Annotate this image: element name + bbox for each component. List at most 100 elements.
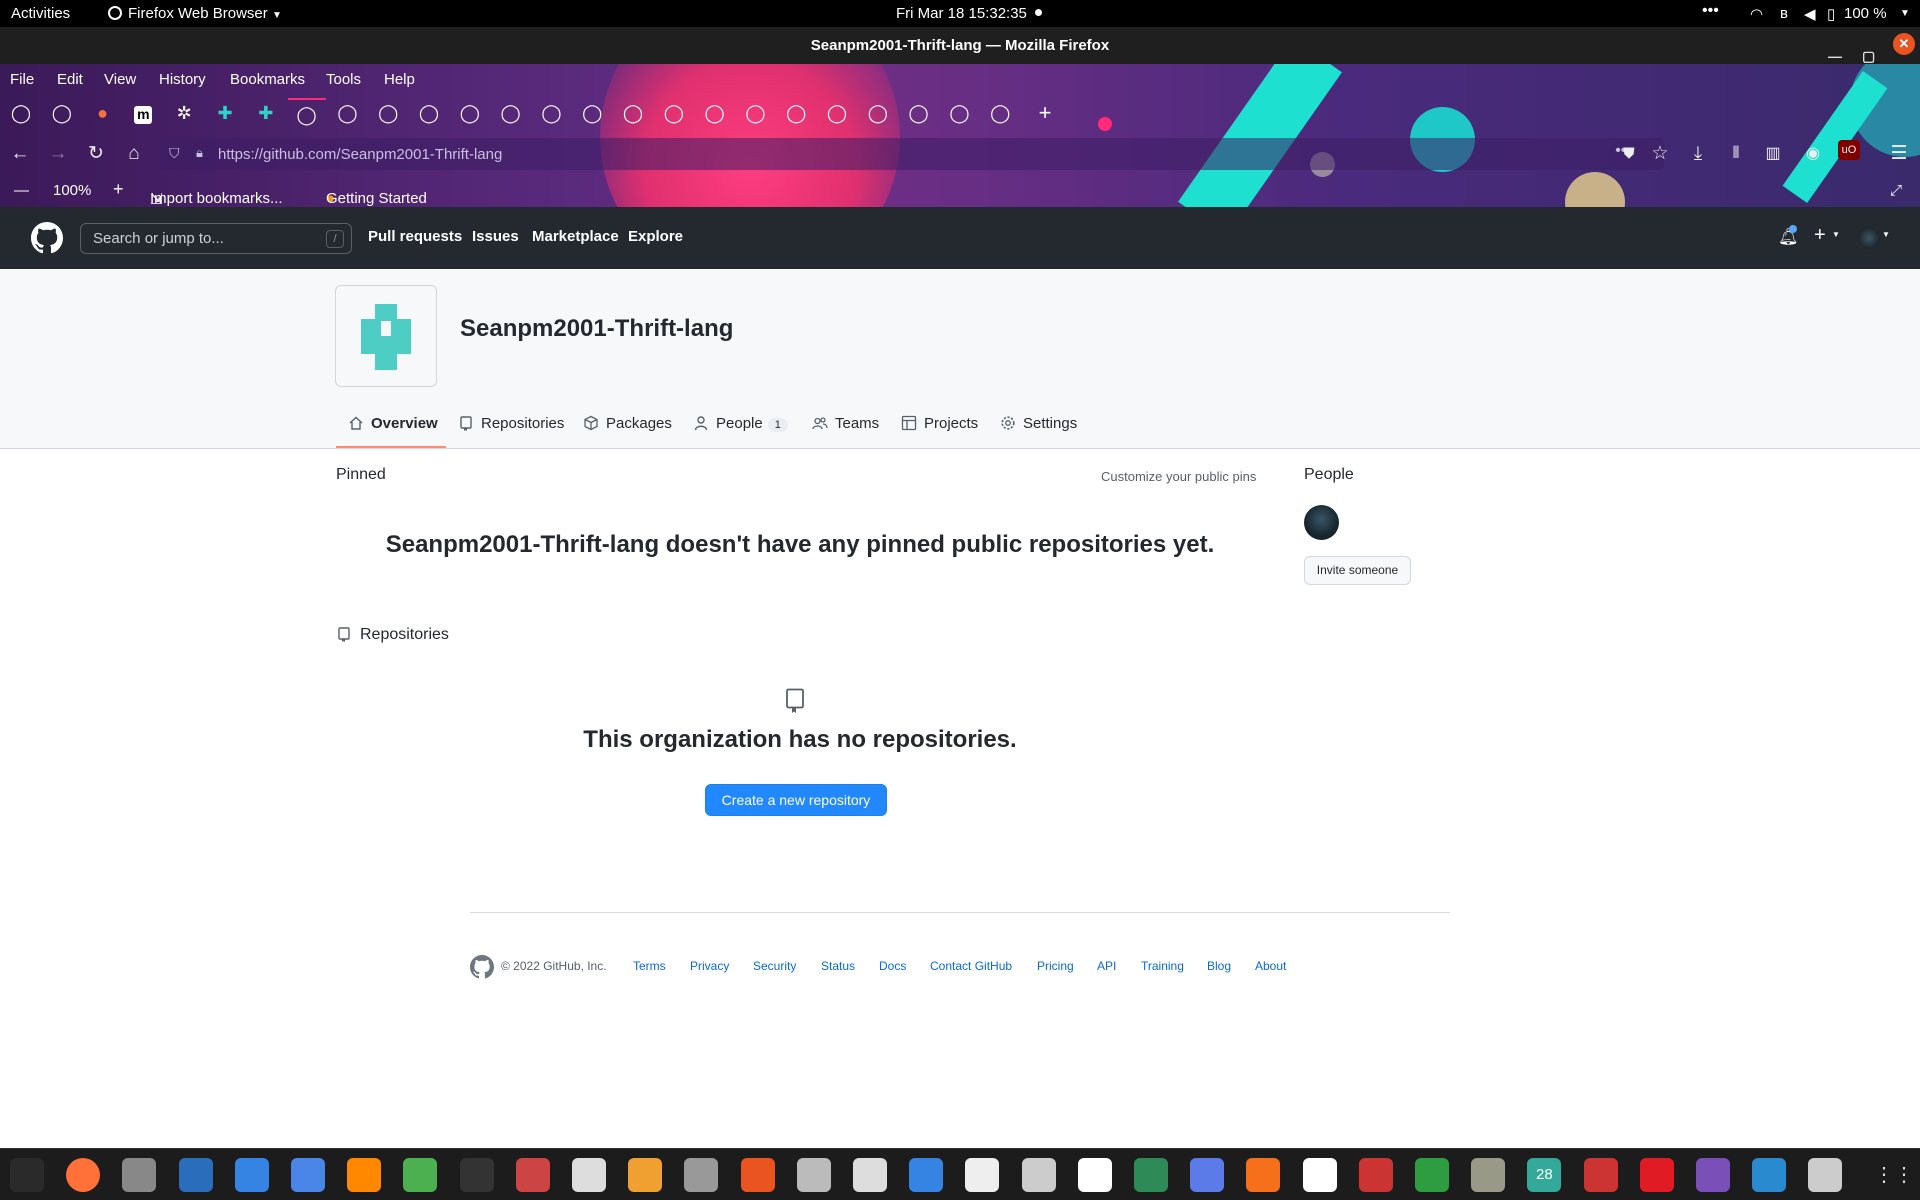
lock-icon[interactable]: 🔒︎	[196, 145, 203, 161]
firefox-tab[interactable]: ●	[84, 98, 122, 128]
create-new-plus-icon[interactable]: +	[1814, 224, 1826, 247]
github-tab[interactable]: ◯	[2, 98, 40, 128]
plus-icon[interactable]: +	[1026, 98, 1064, 128]
document-icon[interactable]	[965, 1158, 1000, 1192]
footer-link-privacy[interactable]: Privacy	[690, 959, 729, 973]
tab-repositories[interactable]: Repositories	[458, 415, 564, 432]
invite-someone-button[interactable]: Invite someone	[1304, 556, 1411, 585]
zoom-level[interactable]: 100%	[53, 182, 91, 199]
vim-icon[interactable]	[1134, 1158, 1168, 1192]
menu-bookmarks[interactable]: Bookmarks	[230, 71, 305, 88]
nav-pull-requests[interactable]: Pull requests	[368, 228, 462, 245]
footer-link-api[interactable]: API	[1097, 959, 1116, 973]
nav-marketplace[interactable]: Marketplace	[532, 228, 619, 245]
mario-icon[interactable]	[1583, 1158, 1618, 1192]
screen-icon[interactable]	[1190, 1158, 1225, 1192]
app-store-icon[interactable]	[740, 1158, 775, 1192]
bookmark-star-icon[interactable]: ☆	[1647, 142, 1673, 166]
menu-history[interactable]: History	[159, 71, 206, 88]
menu-view[interactable]: View	[104, 71, 136, 88]
github-tab[interactable]: ◯	[287, 98, 326, 128]
menu-help[interactable]: Help	[384, 71, 415, 88]
fullscreen-icon[interactable]: ⤢	[1890, 182, 1902, 199]
member-avatar[interactable]	[1304, 505, 1339, 540]
ublock-extension-icon[interactable]: uO	[1838, 140, 1860, 160]
customize-pins-link[interactable]: Customize your public pins	[1101, 469, 1256, 484]
github-tab[interactable]: ◯	[777, 98, 815, 128]
account-icon[interactable]: ◉	[1800, 142, 1826, 166]
github-tab[interactable]: ◯	[614, 98, 652, 128]
github-logo-icon[interactable]	[31, 222, 63, 254]
github-tab[interactable]: ◯	[451, 98, 489, 128]
url-bar[interactable]: ⛉ 🔒︎ https://github.com/Seanpm2001-Thrif…	[160, 138, 1664, 170]
forward-icon[interactable]: →	[45, 142, 71, 166]
tab-settings[interactable]: Settings	[1000, 415, 1077, 432]
alert-icon[interactable]	[1639, 1158, 1674, 1192]
zoom-out-icon[interactable]: —	[14, 182, 29, 199]
text-editor-icon[interactable]	[291, 1158, 325, 1192]
tab-people[interactable]: People 1	[693, 415, 788, 432]
archive-icon[interactable]	[1021, 1158, 1056, 1192]
github-tab[interactable]: ◯	[859, 98, 897, 128]
footer-link-security[interactable]: Security	[753, 959, 796, 973]
chevron-down-icon[interactable]: ▼	[1882, 230, 1890, 239]
github-tab[interactable]: ◯	[940, 98, 978, 128]
url-text[interactable]: https://github.com/Seanpm2001-Thrift-lan…	[218, 146, 502, 163]
tab-packages[interactable]: Packages	[583, 415, 672, 432]
volume-icon[interactable]: ◀	[1804, 5, 1816, 23]
disk-icon[interactable]	[796, 1158, 831, 1192]
github-tab[interactable]: ◯	[369, 98, 407, 128]
reload-icon[interactable]: ↻	[83, 142, 109, 166]
shield-icon[interactable]: ⛉	[169, 145, 180, 162]
menu-edit[interactable]: Edit	[57, 71, 83, 88]
github-tab[interactable]: ◯	[736, 98, 774, 128]
tasks-icon[interactable]	[909, 1158, 944, 1192]
firefox-icon[interactable]	[58, 1150, 109, 1200]
chevron-down-icon[interactable]: ▼	[1832, 230, 1840, 239]
calculator-icon[interactable]	[628, 1158, 663, 1192]
plus-app-icon[interactable]	[403, 1158, 438, 1192]
font-icon[interactable]	[1077, 1158, 1112, 1192]
github-tab[interactable]: ◯	[696, 98, 734, 128]
files-icon[interactable]	[572, 1158, 606, 1192]
terminal-icon[interactable]	[459, 1158, 494, 1192]
github-tab[interactable]: ◯	[43, 98, 81, 128]
footer-link-about[interactable]: About	[1255, 959, 1286, 973]
footer-link-terms[interactable]: Terms	[633, 959, 666, 973]
tab-projects[interactable]: Projects	[901, 415, 978, 432]
graph-icon[interactable]	[515, 1158, 550, 1192]
github-tab[interactable]: ◯	[573, 98, 611, 128]
footer-link-status[interactable]: Status	[821, 959, 855, 973]
nav-issues[interactable]: Issues	[472, 228, 519, 245]
updater-icon[interactable]	[1808, 1158, 1843, 1192]
github-tab[interactable]: ◯	[532, 98, 570, 128]
tab-overview[interactable]: Overview	[348, 415, 438, 432]
help-icon[interactable]	[234, 1158, 269, 1192]
close-window-icon[interactable]: ✕	[1893, 33, 1915, 55]
footer-link-blog[interactable]: Blog	[1207, 959, 1231, 973]
nav-explore[interactable]: Explore	[628, 228, 683, 245]
github-tab[interactable]: ◯	[900, 98, 938, 128]
library-icon[interactable]: ⫴	[1723, 142, 1749, 166]
music-icon[interactable]	[1302, 1158, 1337, 1192]
gimp-icon[interactable]	[1471, 1158, 1506, 1192]
github-mark-icon[interactable]	[470, 955, 494, 979]
create-repository-button[interactable]: Create a new repository	[705, 784, 887, 816]
system-menu-chevron-icon[interactable]: ▼	[1900, 8, 1910, 19]
writer-icon[interactable]	[178, 1158, 213, 1192]
system-monitor-icon[interactable]	[10, 1158, 44, 1192]
pocket-icon[interactable]: ⛊	[1616, 142, 1642, 166]
footer-link-training[interactable]: Training	[1141, 959, 1184, 973]
spreadsheet-icon[interactable]	[1415, 1158, 1449, 1192]
bluetooth-icon[interactable]: ʙ	[1780, 5, 1788, 22]
back-icon[interactable]: ←	[7, 142, 33, 166]
gear-tab[interactable]: ✲	[165, 98, 203, 128]
calendar-icon[interactable]: 28	[1527, 1158, 1562, 1192]
home-icon[interactable]: ⌂	[121, 142, 147, 166]
app-menu[interactable]: Firefox Web Browser ▼	[108, 5, 282, 22]
camera-icon[interactable]	[1696, 1158, 1730, 1192]
footer-link-docs[interactable]: Docs	[879, 959, 906, 973]
vlc-icon[interactable]	[347, 1158, 382, 1192]
m-tab[interactable]: m	[124, 98, 162, 128]
github-tab[interactable]: ◯	[410, 98, 448, 128]
